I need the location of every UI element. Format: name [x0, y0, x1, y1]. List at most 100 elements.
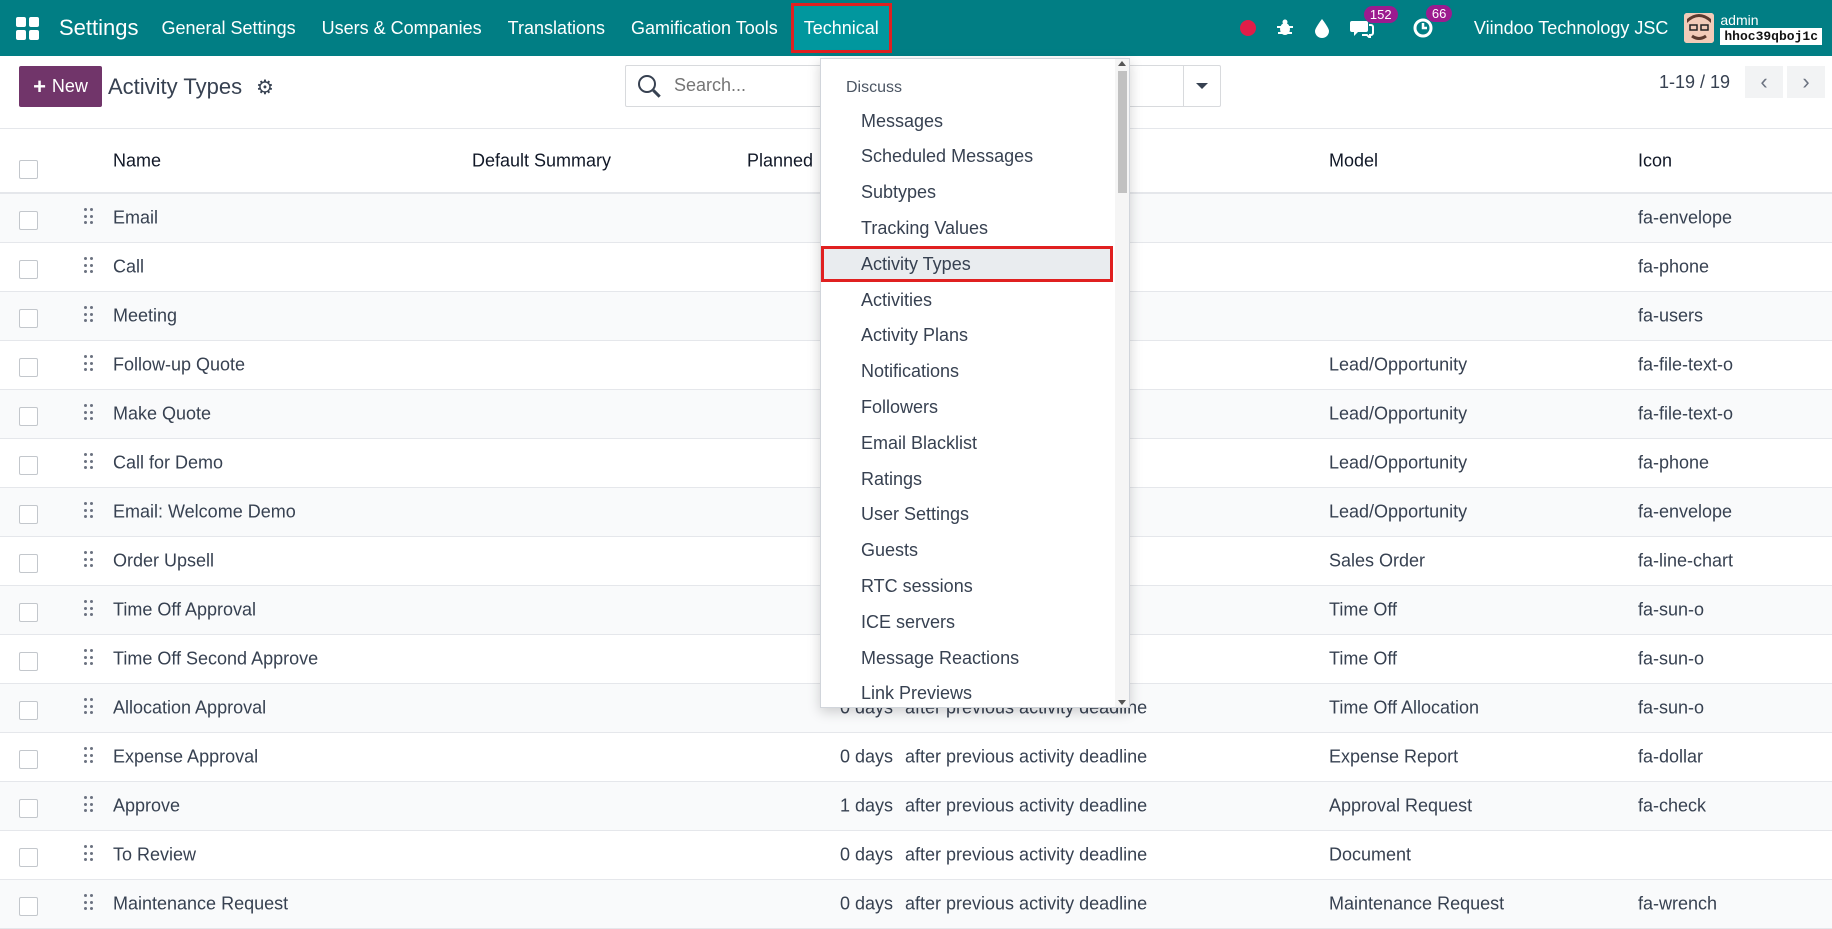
dropdown-item-rtc-sessions[interactable]: RTC sessions — [821, 568, 1111, 604]
theme-drop-icon[interactable] — [1314, 18, 1330, 38]
dropdown-item-scheduled-messages[interactable]: Scheduled Messages — [821, 139, 1111, 175]
top-navbar: Settings General Settings Users & Compan… — [0, 0, 1832, 56]
dropdown-scrollbar[interactable] — [1115, 59, 1129, 707]
drag-handle-icon[interactable] — [84, 698, 94, 716]
dropdown-item-activity-plans[interactable]: Activity Plans — [821, 318, 1111, 354]
gear-icon[interactable]: ⚙ — [256, 75, 274, 100]
dropdown-item-activities[interactable]: Activities — [821, 282, 1111, 318]
menu-users-companies[interactable]: Users & Companies — [309, 0, 495, 56]
cell-delay-type: after previous activity deadline — [905, 746, 1148, 767]
drag-handle-icon[interactable] — [84, 404, 94, 422]
drag-handle-icon[interactable] — [84, 453, 94, 471]
cell-name: Call — [113, 256, 145, 277]
dropdown-item-link-previews[interactable]: Link Previews — [821, 676, 1111, 707]
dropdown-item-followers[interactable]: Followers — [821, 389, 1111, 425]
dropdown-item-ice-servers[interactable]: ICE servers — [821, 604, 1111, 640]
new-button-label: New — [51, 76, 88, 96]
column-header-icon[interactable]: Icon — [1638, 151, 1672, 172]
messages-icon[interactable]: 152 — [1349, 6, 1398, 38]
table-row[interactable]: To Review 0 days after previous activity d… — [0, 831, 1832, 880]
drag-handle-icon[interactable] — [84, 747, 94, 765]
user-menu[interactable]: admin hhoc39qboj1c — [1720, 12, 1822, 45]
new-button[interactable]: + New — [19, 66, 102, 107]
technical-dropdown-menu: Discuss Messages Scheduled Messages Subtyp… — [820, 58, 1130, 708]
drag-handle-icon[interactable] — [84, 502, 94, 520]
drag-handle-icon[interactable] — [84, 355, 94, 373]
record-icon[interactable] — [1239, 20, 1256, 36]
menu-general-settings[interactable]: General Settings — [149, 0, 309, 56]
dropdown-item-ratings[interactable]: Ratings — [821, 461, 1111, 497]
app-title[interactable]: Settings — [59, 15, 139, 41]
company-switcher[interactable]: Viindoo Technology JSC — [1474, 18, 1668, 39]
row-checkbox[interactable] — [19, 897, 38, 916]
column-header-name[interactable]: Name — [113, 151, 161, 172]
row-checkbox[interactable] — [19, 211, 38, 230]
cell-icon: fa-phone — [1638, 452, 1710, 473]
scrollbar-thumb[interactable] — [1118, 71, 1127, 193]
row-checkbox[interactable] — [19, 309, 38, 328]
menu-gamification-tools[interactable]: Gamification Tools — [618, 0, 791, 56]
menu-technical[interactable]: Technical — [790, 3, 892, 53]
drag-handle-icon[interactable] — [84, 845, 94, 863]
drag-handle-icon[interactable] — [84, 208, 94, 226]
drag-handle-icon[interactable] — [84, 649, 94, 667]
row-checkbox[interactable] — [19, 554, 38, 573]
pager-value[interactable]: 1-19 / 19 — [1659, 72, 1730, 93]
drag-handle-icon[interactable] — [84, 551, 94, 569]
scroll-down-arrow-icon[interactable] — [1118, 700, 1126, 705]
row-checkbox[interactable] — [19, 407, 38, 426]
row-checkbox[interactable] — [19, 603, 38, 622]
row-checkbox[interactable] — [19, 358, 38, 377]
row-checkbox[interactable] — [19, 505, 38, 524]
row-checkbox[interactable] — [19, 701, 38, 720]
cell-days: 0 days — [839, 893, 893, 914]
select-all-checkbox[interactable] — [19, 160, 38, 179]
cell-icon: fa-check — [1638, 795, 1707, 816]
cell-name: Email: Welcome Demo — [113, 501, 296, 522]
dropdown-item-guests[interactable]: Guests — [821, 533, 1111, 569]
column-header-model[interactable]: Model — [1329, 151, 1378, 172]
row-checkbox[interactable] — [19, 799, 38, 818]
menu-translations[interactable]: Translations — [495, 0, 618, 56]
cell-name: Call for Demo — [113, 452, 224, 473]
cell-days: 1 days — [839, 795, 893, 816]
column-header-default-summary[interactable]: Default Summary — [472, 151, 611, 172]
apps-menu-icon[interactable] — [16, 16, 39, 40]
scroll-up-arrow-icon[interactable] — [1118, 61, 1126, 66]
drag-handle-icon[interactable] — [84, 796, 94, 814]
dropdown-item-message-reactions[interactable]: Message Reactions — [821, 640, 1111, 676]
column-header-planned[interactable]: Planned — [747, 151, 813, 172]
table-row[interactable]: Maintenance Request 0 days after previous … — [0, 880, 1832, 929]
dropdown-item-tracking-values[interactable]: Tracking Values — [821, 210, 1111, 246]
dropdown-item-messages[interactable]: Messages — [821, 103, 1111, 139]
debug-bug-icon[interactable] — [1276, 19, 1294, 37]
cell-name: Order Upsell — [113, 550, 215, 571]
table-row[interactable]: Approve 1 days after previous activity dea… — [0, 782, 1832, 831]
cell-name: Expense Approval — [113, 746, 259, 767]
pager-previous-button[interactable]: ‹ — [1745, 66, 1783, 98]
pager-next-button[interactable]: › — [1787, 66, 1825, 98]
dropdown-item-notifications[interactable]: Notifications — [821, 354, 1111, 390]
dropdown-section-discuss: Discuss — [846, 79, 903, 96]
row-checkbox[interactable] — [19, 260, 38, 279]
dropdown-item-email-blacklist[interactable]: Email Blacklist — [821, 425, 1111, 461]
row-checkbox[interactable] — [19, 848, 38, 867]
dropdown-item-user-settings[interactable]: User Settings — [821, 497, 1111, 533]
search-options-toggle[interactable] — [1183, 66, 1220, 106]
table-row[interactable]: Expense Approval 0 days after previous act… — [0, 733, 1832, 782]
cell-name: Make Quote — [113, 403, 212, 424]
row-checkbox[interactable] — [19, 750, 38, 769]
row-checkbox[interactable] — [19, 456, 38, 475]
cell-days: 0 days — [839, 746, 893, 767]
dropdown-item-subtypes[interactable]: Subtypes — [821, 175, 1111, 211]
cell-icon: fa-sun-o — [1638, 599, 1705, 620]
user-avatar[interactable] — [1684, 13, 1715, 43]
dropdown-item-activity-types[interactable]: Activity Types — [821, 246, 1113, 283]
drag-handle-icon[interactable] — [84, 600, 94, 618]
row-checkbox[interactable] — [19, 652, 38, 671]
activities-clock-icon[interactable]: 66 — [1412, 5, 1453, 39]
caret-down-icon — [1196, 83, 1208, 89]
drag-handle-icon[interactable] — [84, 894, 94, 912]
drag-handle-icon[interactable] — [84, 257, 94, 275]
drag-handle-icon[interactable] — [84, 306, 94, 324]
